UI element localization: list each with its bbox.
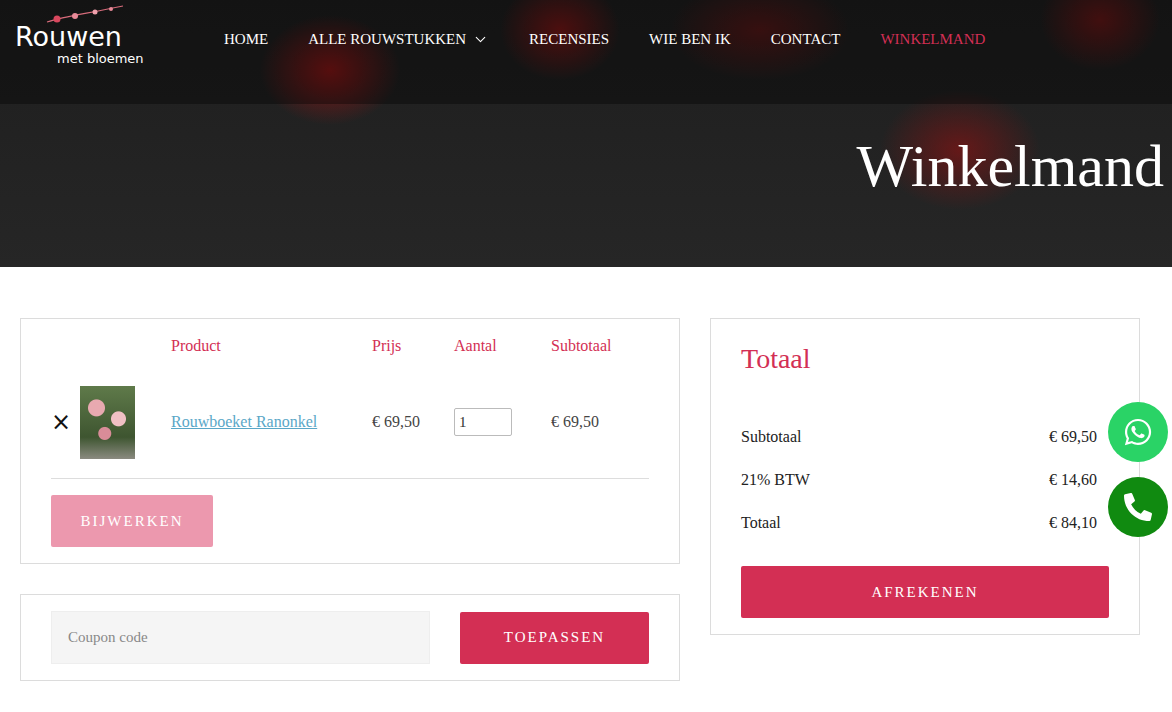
checkout-row: AFREKENEN: [741, 544, 1109, 634]
price-cell: € 69,50: [372, 386, 454, 479]
column-header: Aantal: [454, 319, 551, 386]
whatsapp-button[interactable]: [1108, 402, 1168, 462]
coupon-panel: TOEPASSEN: [20, 594, 680, 681]
totals-value: € 84,10: [1049, 513, 1097, 533]
totals-label: 21% BTW: [741, 470, 810, 490]
logo-title: Rouwen: [15, 22, 122, 52]
apply-coupon-button[interactable]: TOEPASSEN: [460, 612, 649, 664]
phone-icon: [1124, 493, 1152, 521]
main-nav: HOME ALLE ROUWSTUKKEN RECENSIES WIE BEN IK C…: [224, 14, 985, 48]
totals-label: Subtotaal: [741, 427, 801, 447]
totals-panel: Totaal Subtotaal € 69,50 21% BTW € 14,60 Tota…: [710, 318, 1140, 635]
column-header: Subtotaal: [551, 319, 649, 386]
coupon-input[interactable]: [51, 611, 430, 664]
nav-item[interactable]: RECENSIES: [529, 31, 609, 48]
rose-branch-icon: [45, 4, 125, 24]
subtotal-cell: € 69,50: [551, 386, 649, 479]
totals-row: 21% BTW € 14,60: [741, 458, 1109, 501]
hero: Winkelmand: [0, 104, 1172, 267]
column-spacer: [51, 329, 80, 376]
checkout-button[interactable]: AFREKENEN: [741, 566, 1109, 618]
nav-item[interactable]: WINKELMAND: [880, 31, 985, 48]
remove-button[interactable]: ×: [51, 410, 71, 434]
chevron-down-icon: [472, 31, 489, 48]
column-header: Product: [171, 319, 372, 386]
coupon-row: TOEPASSEN: [51, 611, 649, 664]
totals-row: Totaal € 84,10: [741, 501, 1109, 544]
page-title: Winkelmand: [857, 128, 1165, 267]
column-header: Prijs: [372, 319, 454, 386]
logo-subtitle: met bloemen: [57, 52, 144, 66]
nav-item[interactable]: HOME: [224, 31, 268, 48]
cart-panel: ProductPrijsAantalSubtotaal × Rouwboeket R…: [20, 318, 680, 564]
nav-item[interactable]: WIE BEN IK: [649, 31, 731, 48]
header: Rouwenmet bloemen HOME ALLE ROUWSTUKKEN REC…: [0, 0, 1172, 267]
product-image[interactable]: [80, 386, 135, 459]
column-spacer: [80, 329, 171, 376]
page: Rouwenmet bloemen HOME ALLE ROUWSTUKKEN REC…: [0, 0, 1172, 712]
content: ProductPrijsAantalSubtotaal×Rouwboeket R…: [0, 267, 1172, 701]
update-button[interactable]: BIJWERKEN: [51, 495, 213, 547]
quantity-cell: [454, 386, 551, 479]
thumb-cell: [80, 386, 171, 479]
nav-bar: Rouwenmet bloemen HOME ALLE ROUWSTUKKEN REC…: [0, 0, 1172, 104]
cart-table: ProductPrijsAantalSubtotaal × Rouwboeket R…: [51, 319, 649, 479]
totals-value: € 69,50: [1049, 427, 1097, 447]
product-link[interactable]: Rouwboeket Ranonkel: [171, 413, 317, 431]
remove-cell: ×: [51, 386, 80, 479]
phone-button[interactable]: [1108, 477, 1168, 537]
totals-row: Subtotaal € 69,50: [741, 415, 1109, 458]
totals-title: Totaal: [741, 339, 1109, 377]
totals-value: € 14,60: [1049, 470, 1097, 490]
quantity-input[interactable]: [454, 408, 512, 436]
nav-item[interactable]: CONTACT: [771, 31, 841, 48]
totals-label: Totaal: [741, 513, 781, 533]
whatsapp-icon: [1123, 417, 1153, 447]
product-cell: Rouwboeket Ranonkel: [171, 386, 372, 479]
left-column: ProductPrijsAantalSubtotaal × Rouwboeket R…: [20, 318, 680, 681]
update-row: BIJWERKEN: [51, 479, 649, 563]
nav-item[interactable]: ALLE ROUWSTUKKEN: [308, 31, 489, 48]
logo[interactable]: Rouwenmet bloemen: [15, 14, 160, 66]
